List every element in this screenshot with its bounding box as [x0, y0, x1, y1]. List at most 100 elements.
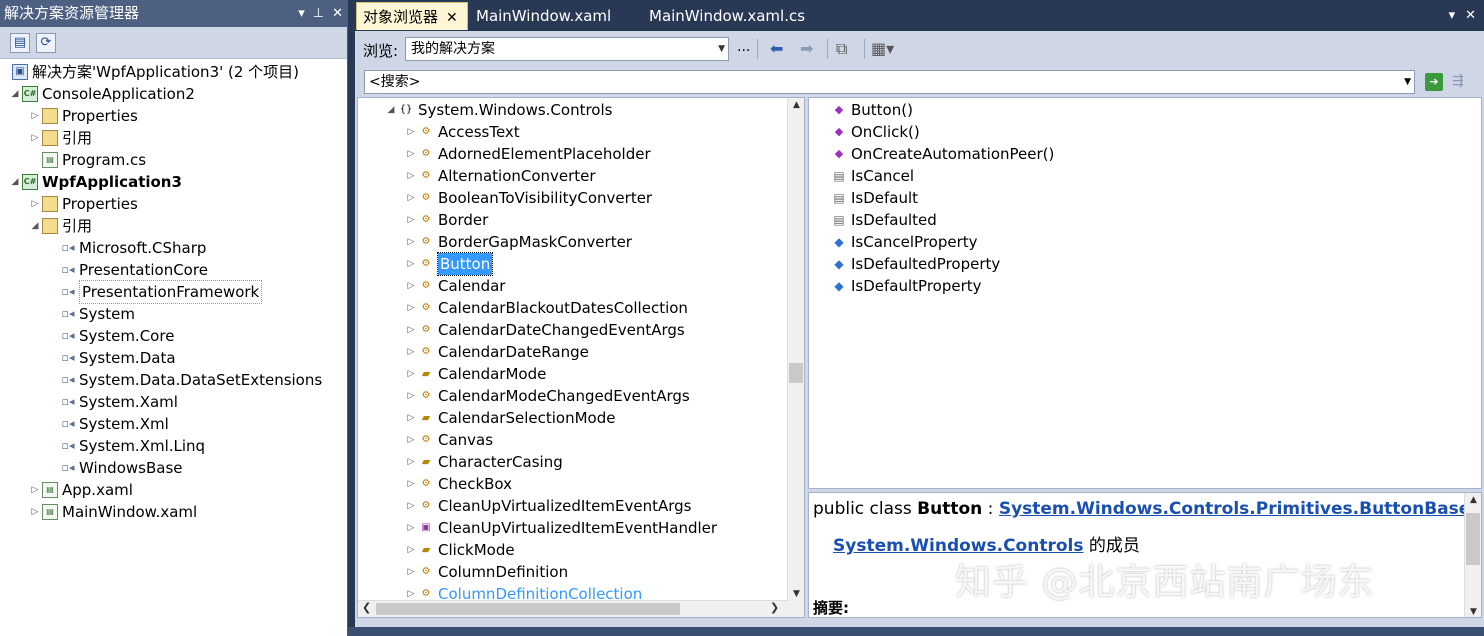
collapse-arrow-icon[interactable]: ◢: [28, 215, 42, 237]
clear-search-icon[interactable]: ⇶: [1452, 73, 1464, 89]
scroll-thumb[interactable]: [376, 603, 680, 615]
type-item[interactable]: ▷ ⚙ AccessText: [404, 121, 520, 143]
type-item[interactable]: ▷ ⚙ CleanUpVirtualizedItemEventArgs: [404, 495, 692, 517]
tree-item[interactable]: ▣ 解决方案'WpfApplication3' (2 个项目): [8, 61, 299, 83]
type-item[interactable]: ▷ ⚙ ColumnDefinition: [404, 561, 569, 583]
member-item[interactable]: ◆ IsCancelProperty: [831, 231, 977, 253]
tab-list-icon[interactable]: ▾: [1449, 8, 1456, 23]
expand-arrow-icon[interactable]: ▷: [404, 319, 418, 341]
type-item[interactable]: ▷ ▰ CalendarMode: [404, 363, 547, 385]
tree-item[interactable]: ◢ 引用: [28, 215, 92, 237]
add-reference-icon[interactable]: ⧉: [836, 39, 847, 59]
expand-arrow-icon[interactable]: ▷: [404, 297, 418, 319]
type-item[interactable]: ▷ ▰ CalendarSelectionMode: [404, 407, 616, 429]
tree-item[interactable]: ▫◂ WindowsBase: [47, 457, 183, 479]
tree-item[interactable]: ▫◂ Microsoft.CSharp: [47, 237, 207, 259]
type-item[interactable]: ▷ ⚙ CalendarModeChangedEventArgs: [404, 385, 690, 407]
scroll-up-icon[interactable]: ▲: [788, 100, 804, 110]
tree-item[interactable]: ▫◂ System.Xml.Linq: [47, 435, 206, 457]
dropdown-icon[interactable]: ▾: [298, 0, 305, 27]
type-item[interactable]: ▷ ⚙ CalendarDateRange: [404, 341, 589, 363]
search-go-icon[interactable]: ➜: [1425, 73, 1443, 91]
expand-arrow-icon[interactable]: ▷: [404, 165, 418, 187]
tree-item[interactable]: ▫◂ PresentationCore: [47, 259, 208, 281]
expand-arrow-icon[interactable]: ▷: [28, 479, 42, 501]
scroll-right-icon[interactable]: ❯: [770, 601, 779, 614]
type-item[interactable]: ▷ ▰ ClickMode: [404, 539, 515, 561]
type-item[interactable]: ▷ ▰ CharacterCasing: [404, 451, 563, 473]
type-item[interactable]: ▷ ⚙ Button: [404, 252, 494, 276]
expand-arrow-icon[interactable]: ▷: [404, 407, 418, 429]
expand-arrow-icon[interactable]: ▷: [404, 341, 418, 363]
tab-mainwindow-xaml[interactable]: MainWindow.xaml: [470, 2, 617, 30]
scroll-thumb[interactable]: [789, 363, 803, 383]
chevron-down-icon[interactable]: ▼: [718, 38, 725, 60]
type-item[interactable]: ▷ ⚙ AlternationConverter: [404, 165, 596, 187]
refresh-icon[interactable]: ⟳: [36, 32, 56, 53]
type-item[interactable]: ▷ ⚙ CalendarDateChangedEventArgs: [404, 319, 685, 341]
expand-arrow-icon[interactable]: ▷: [28, 193, 42, 215]
browse-scope-select[interactable]: 我的解决方案 ▼: [405, 37, 729, 61]
tree-item[interactable]: ▫◂ System.Data: [47, 347, 176, 369]
type-item[interactable]: ▷ ⚙ Canvas: [404, 429, 494, 451]
expand-arrow-icon[interactable]: ▷: [404, 385, 418, 407]
scroll-up-icon[interactable]: ▲: [1465, 495, 1481, 505]
expand-arrow-icon[interactable]: ▷: [28, 105, 42, 127]
member-item[interactable]: ◆ OnClick(): [831, 121, 920, 143]
types-horizontal-scrollbar[interactable]: ❮ ❯: [358, 600, 789, 617]
tree-item[interactable]: ▷ Properties: [28, 105, 138, 127]
expand-arrow-icon[interactable]: ▷: [404, 451, 418, 473]
expand-arrow-icon[interactable]: ▷: [404, 187, 418, 209]
chevron-down-icon[interactable]: ▼: [1404, 71, 1411, 93]
close-icon[interactable]: ✕: [332, 0, 343, 27]
tree-item[interactable]: ▷ ▤ App.xaml: [28, 479, 133, 501]
expand-arrow-icon[interactable]: ▷: [404, 231, 418, 253]
expand-arrow-icon[interactable]: ▷: [404, 473, 418, 495]
member-item[interactable]: ◆ Button(): [831, 99, 913, 121]
tree-item[interactable]: ▫◂ PresentationFramework: [47, 280, 263, 304]
tree-item[interactable]: ▫◂ System: [47, 303, 135, 325]
scroll-down-icon[interactable]: ▼: [788, 589, 804, 599]
scroll-left-icon[interactable]: ❮: [362, 601, 371, 614]
properties-icon[interactable]: ▤: [10, 32, 30, 53]
settings-dropdown-icon[interactable]: ▦▾: [871, 39, 894, 58]
expand-arrow-icon[interactable]: ▷: [404, 539, 418, 561]
member-item[interactable]: ◆ OnCreateAutomationPeer(): [831, 143, 1055, 165]
type-item[interactable]: ▷ ⚙ AdornedElementPlaceholder: [404, 143, 651, 165]
search-input[interactable]: <搜索> ▼: [364, 70, 1415, 94]
expand-arrow-icon[interactable]: ▷: [28, 501, 42, 523]
description-vertical-scrollbar[interactable]: ▲ ▼: [1464, 493, 1481, 617]
tab-object-browser[interactable]: 对象浏览器 ✕: [356, 2, 468, 30]
tree-item[interactable]: ▷ Properties: [28, 193, 138, 215]
expand-arrow-icon[interactable]: ▷: [404, 275, 418, 297]
member-item[interactable]: ◆ IsDefaultProperty: [831, 275, 981, 297]
back-arrow-icon[interactable]: ⬅: [770, 39, 783, 58]
tree-item[interactable]: ▫◂ System.Core: [47, 325, 175, 347]
edit-custom-set-button[interactable]: ...: [737, 39, 750, 55]
base-class-link[interactable]: System.Windows.Controls.Primitives.Butto…: [999, 499, 1470, 519]
type-item[interactable]: ▷ ⚙ CalendarBlackoutDatesCollection: [404, 297, 688, 319]
member-item[interactable]: ◆ IsDefaultedProperty: [831, 253, 1000, 275]
collapse-arrow-icon[interactable]: ◢: [8, 83, 22, 105]
type-item[interactable]: ▷ ⚙ CheckBox: [404, 473, 513, 495]
expand-arrow-icon[interactable]: ▷: [404, 121, 418, 143]
expand-arrow-icon[interactable]: ▷: [404, 209, 418, 231]
close-icon[interactable]: ✕: [1465, 8, 1476, 23]
collapse-arrow-icon[interactable]: ◢: [384, 99, 398, 121]
tab-mainwindow-xaml-cs[interactable]: MainWindow.xaml.cs: [643, 2, 811, 30]
collapse-arrow-icon[interactable]: ◢: [8, 171, 22, 193]
close-icon[interactable]: ✕: [446, 10, 458, 26]
types-vertical-scrollbar[interactable]: ▲ ▼: [787, 98, 804, 617]
type-item[interactable]: ▷ ⚙ BorderGapMaskConverter: [404, 231, 632, 253]
member-item[interactable]: ▤ IsDefaulted: [831, 209, 936, 231]
expand-arrow-icon[interactable]: ▷: [404, 429, 418, 451]
tree-item[interactable]: ◢ C# WpfApplication3: [8, 171, 182, 193]
member-item[interactable]: ▤ IsCancel: [831, 165, 914, 187]
expand-arrow-icon[interactable]: ▷: [404, 561, 418, 583]
type-item[interactable]: ▷ ⚙ Border: [404, 209, 489, 231]
expand-arrow-icon[interactable]: ▷: [404, 517, 418, 539]
forward-arrow-icon[interactable]: ➡: [800, 39, 813, 58]
type-item[interactable]: ▷ ⚙ Calendar: [404, 275, 506, 297]
scroll-down-icon[interactable]: ▼: [1465, 607, 1481, 617]
type-item[interactable]: ▷ ⚙ BooleanToVisibilityConverter: [404, 187, 653, 209]
